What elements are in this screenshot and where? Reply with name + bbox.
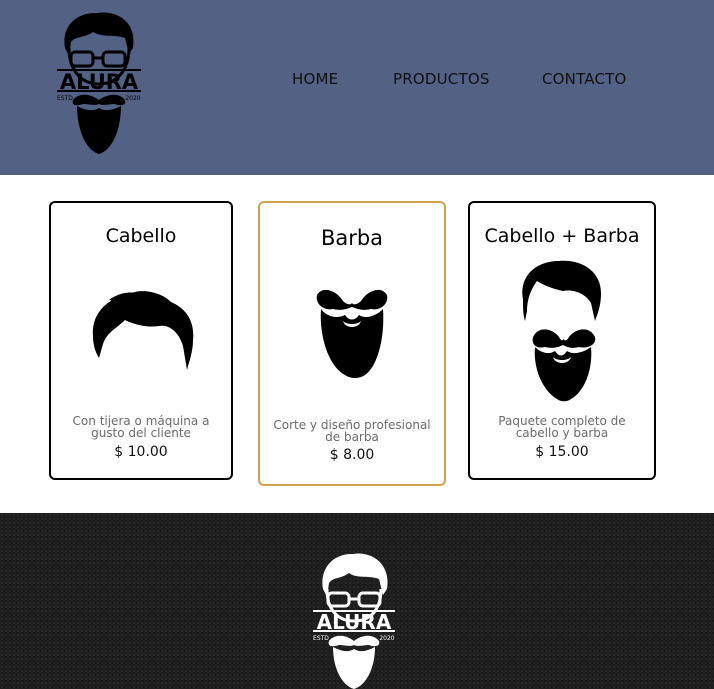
site-header: ALURA ESTD 2020 HOME PRODUCTOS CONTACTO — [0, 0, 714, 175]
product-card-cabello-barba[interactable]: Cabello + Barba Paquete completo de cabe… — [468, 201, 656, 480]
bearded-man-logo-icon: ALURA ESTD 2020 — [313, 553, 395, 689]
hair-icon — [92, 291, 194, 370]
card-title: Cabello + Barba — [484, 225, 640, 247]
card-price: $ 15.00 — [535, 444, 589, 460]
card-title: Barba — [320, 226, 384, 250]
card-description: Con tijera o máquina a gusto del cliente — [72, 414, 210, 440]
main-nav: HOME PRODUCTOS CONTACTO — [0, 70, 714, 90]
logo-left-text: ESTD — [313, 635, 329, 642]
card-price: $ 10.00 — [114, 444, 168, 460]
card-description: Corte y diseño profesional de barba — [273, 418, 431, 444]
logo-brand-text: ALURA — [317, 610, 392, 634]
logo-right-text: 2020 — [379, 635, 394, 642]
product-card-barba[interactable]: Barba Corte y diseño profesional de barb… — [258, 201, 446, 486]
product-card-cabello[interactable]: Cabello Con tijera o máquina a gusto del… — [49, 201, 233, 480]
logo-left-text: ESTD — [57, 95, 73, 102]
card-price: $ 8.00 — [329, 447, 375, 463]
nav-productos-link[interactable]: PRODUCTOS — [393, 70, 490, 88]
nav-contacto-link[interactable]: CONTACTO — [542, 70, 627, 88]
logo-right-text: 2020 — [125, 95, 140, 102]
card-description: Paquete completo de cabello y barba — [498, 414, 626, 440]
card-title: Cabello — [105, 225, 177, 247]
site-footer: ALURA ESTD 2020 — [0, 513, 714, 689]
nav-home-link[interactable]: HOME — [292, 70, 338, 88]
hair-and-beard-icon — [522, 260, 601, 402]
beard-icon — [316, 289, 388, 378]
